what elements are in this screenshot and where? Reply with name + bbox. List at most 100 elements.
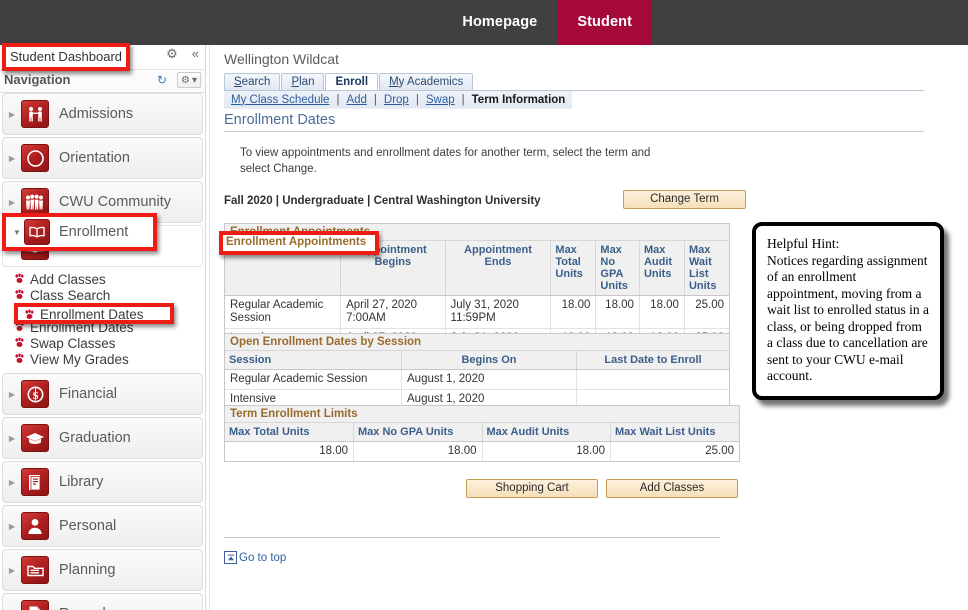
shopping-cart-button[interactable]: Shopping Cart xyxy=(466,479,598,498)
tab-my-academics[interactable]: My Academics xyxy=(379,73,474,91)
subtab-separator: | xyxy=(373,93,377,106)
chevron-right-icon: ▶ xyxy=(8,389,16,399)
tab-search[interactable]: SSearchearch xyxy=(224,73,281,91)
open-book-icon xyxy=(24,219,50,245)
sidebar-item-label: Library xyxy=(59,474,104,490)
nav-tab-student[interactable]: Student xyxy=(557,0,652,45)
sidebar-item-label: Graduation xyxy=(59,430,131,446)
open-enrollment-table: Session Begins On Last Date to Enroll Re… xyxy=(225,351,729,409)
collapse-panel-icon[interactable]: « xyxy=(192,47,199,60)
chevron-right-icon: ▶ xyxy=(8,565,16,575)
nav-tab-homepage[interactable]: Homepage xyxy=(442,0,557,45)
submenu-label: Class Search xyxy=(30,287,111,303)
student-name: Wellington Wildcat xyxy=(224,51,339,67)
gear-dropdown-icon[interactable]: ⚙ ▾ xyxy=(177,72,201,88)
sidebar-item-financial[interactable]: ▶ S Financial xyxy=(2,373,203,415)
col-max-wait-list-units: Max Wait List Units xyxy=(610,423,739,442)
sidebar-item-label: Records xyxy=(59,606,113,610)
sidebar-item-orientation[interactable]: ▶ Orientation xyxy=(2,137,203,179)
subtab-add[interactable]: Add xyxy=(346,94,366,106)
sidebar-item-planning[interactable]: ▶ Planning xyxy=(2,549,203,591)
subtab-separator: | xyxy=(415,93,419,106)
sidebar-item-label: Planning xyxy=(59,562,116,578)
helpful-hint-callout: Helpful Hint: Notices regarding assignmen… xyxy=(752,222,944,400)
cell-last-date xyxy=(576,369,729,390)
top-nav-items: Homepage Student xyxy=(442,0,652,45)
subtab-separator: | xyxy=(461,93,465,106)
submenu-item-add-classes[interactable]: Add Classes xyxy=(0,271,205,287)
two-people-icon xyxy=(21,100,49,128)
highlight-label-student-dashboard: Student Dashboard xyxy=(10,49,123,64)
helpful-hint-body: Notices regarding assignment of an enrol… xyxy=(767,252,929,384)
subtab-separator: | xyxy=(336,93,340,106)
secondary-tabs: My Class Schedule | Add | Drop | Swap | … xyxy=(224,91,573,109)
cell-appointment-ends: July 31, 2020 11:59PM xyxy=(445,295,552,329)
submenu-item-view-my-grades[interactable]: View My Grades xyxy=(0,351,205,367)
group-people-icon xyxy=(21,188,49,216)
col-session: Session xyxy=(225,241,342,296)
table-header-row: Session Begins On Last Date to Enroll xyxy=(225,351,729,370)
go-to-top-label: Go to top xyxy=(239,551,287,564)
col-max-no-gpa-units: Max No GPA Units xyxy=(353,423,483,442)
sidebar-item-label: Financial xyxy=(59,386,118,402)
sidebar-item-label: CWU Community xyxy=(59,194,171,210)
helpful-hint-heading: Helpful Hint: xyxy=(767,236,840,251)
sidebar-item-graduation[interactable]: ▶ Graduation xyxy=(2,417,203,459)
gear-icon[interactable]: ⚙ xyxy=(166,47,178,60)
gear-glyph: ⚙ xyxy=(181,74,190,86)
open-enrollment-dates-grid: Open Enrollment Dates by Session Session… xyxy=(224,333,730,410)
subtab-drop[interactable]: Drop xyxy=(384,94,409,106)
submenu-label: Add Classes xyxy=(30,271,106,287)
books-icon xyxy=(21,468,49,496)
subtab-swap[interactable]: Swap xyxy=(426,94,455,106)
submenu-item-class-search[interactable]: Class Search xyxy=(0,287,205,303)
cell-max-wait-list-units: 25.00 xyxy=(705,445,734,457)
submenu-label: Swap Classes xyxy=(30,335,116,351)
subtab-my-class-schedule[interactable]: My Class Schedule xyxy=(231,94,329,106)
cell-max-wait: 25.00 xyxy=(684,295,729,329)
change-term-button[interactable]: Change Term xyxy=(623,190,746,209)
sidebar-item-cwu-community[interactable]: ▶ CWU Community xyxy=(2,181,203,223)
compass-icon xyxy=(21,144,49,172)
paw-print-icon xyxy=(15,289,24,299)
sidebar-item-personal[interactable]: ▶ Personal xyxy=(2,505,203,547)
col-max-no-gpa-units: Max No GPA Units xyxy=(595,241,640,296)
sidebar-item-records[interactable]: ▶ Records xyxy=(2,593,203,610)
table-row: 18.00 18.00 18.00 25.00 xyxy=(225,441,739,461)
tab-enroll[interactable]: Enroll xyxy=(325,73,379,91)
sidebar-item-library[interactable]: ▶ Library xyxy=(2,461,203,503)
col-session: Session xyxy=(225,351,402,370)
submenu-item-swap-classes[interactable]: Swap Classes xyxy=(0,335,205,351)
bottom-divider xyxy=(224,537,720,538)
table-header-row: Max Total Units Max No GPA Units Max Aud… xyxy=(225,423,739,442)
folder-icon xyxy=(21,556,49,584)
chevron-right-icon: ▶ xyxy=(8,477,16,487)
sidebar-divider-secondary xyxy=(209,45,210,610)
go-to-top-link[interactable]: Go to top xyxy=(224,551,286,564)
col-max-audit-units: Max Audit Units xyxy=(639,241,685,296)
sidebar-item-label: Admissions xyxy=(59,106,134,122)
col-max-total-units: Max Total Units xyxy=(225,423,354,442)
helpful-hint-text: Helpful Hint: Notices regarding assignmen… xyxy=(756,226,940,395)
graduation-cap-icon xyxy=(21,424,49,452)
highlight-label-enrollment: ▼ Enrollment xyxy=(10,219,128,245)
paw-print-icon xyxy=(15,321,24,331)
sidebar-item-admissions[interactable]: ▶ Admissions xyxy=(2,93,203,135)
sidebar-items: ▶ Admissions ▶ Orientation ▶ CWU Communi… xyxy=(0,93,205,610)
cell-max-total-units: 18.00 xyxy=(225,441,354,461)
dollar-circle-icon: S xyxy=(21,380,49,408)
tab-plan[interactable]: Plan xyxy=(281,73,325,91)
person-icon xyxy=(21,512,49,540)
sidebar: Student Dashboard ⚙ « Navigation ↻ ⚙▾ ▶ xyxy=(0,45,205,610)
col-max-total-units: Max Total Units xyxy=(550,241,597,296)
col-max-audit-units: Max Audit Units xyxy=(482,423,611,442)
col-max-wait-list-units: Max Wait List Units xyxy=(684,241,729,296)
cell-session: Regular Academic Session xyxy=(225,295,342,329)
chevron-right-icon: ▶ xyxy=(8,521,16,531)
table-row: Regular Academic Session April 27, 2020 … xyxy=(225,295,729,329)
refresh-icon[interactable]: ↻ xyxy=(157,73,167,87)
primary-tabs: SSearchearch Plan Enroll My Academics xyxy=(224,72,474,91)
add-classes-button[interactable]: Add Classes xyxy=(606,479,738,498)
table-header-row: Session Appointment Begins Appointment E… xyxy=(225,241,729,296)
chevron-down-icon: ▼ xyxy=(13,227,21,237)
